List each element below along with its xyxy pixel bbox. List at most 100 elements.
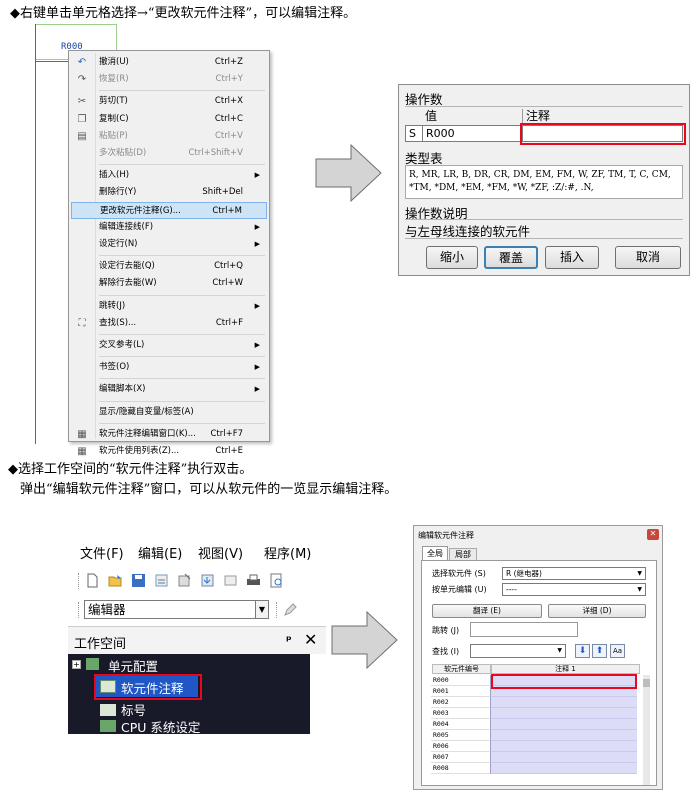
menu-item-label: 查找(S)...: [99, 317, 137, 328]
menu-item-11[interactable]: 设定行去能(Q) Ctrl+Q: [71, 258, 267, 275]
select-device-combo[interactable]: R (继电器) ▼: [502, 567, 646, 580]
redo-icon: ↷: [77, 74, 87, 86]
menu-item-label: 软元件注释编辑窗口(K)...: [99, 428, 196, 439]
menu-item-label: 删除行(Y): [99, 187, 137, 198]
expand-icon[interactable]: +: [72, 660, 81, 669]
overwrite-button[interactable]: 覆盖: [484, 246, 538, 269]
cancel-button[interactable]: 取消: [615, 246, 681, 269]
workspace-header: 工作空间 ᵖ ✕: [68, 626, 326, 654]
menu-item-0[interactable]: ↶ 撤消(U) Ctrl+Z: [71, 54, 267, 71]
compare-icon[interactable]: [223, 573, 238, 588]
table-row[interactable]: R002: [431, 697, 637, 708]
menu-item-17[interactable]: 编辑脚本(X) ▶: [71, 381, 267, 398]
menu-item-14[interactable]: ⛶ 查找(S)... Ctrl+F: [71, 315, 267, 332]
find-next-icon[interactable]: ⬇: [575, 644, 590, 658]
menu-item-4[interactable]: ▤ 粘贴(P) Ctrl+V: [71, 128, 267, 145]
find-combo[interactable]: ▼: [470, 644, 566, 658]
menu-item-5[interactable]: 多次粘贴(D) Ctrl+Shift+V: [71, 145, 267, 162]
table-row[interactable]: R006: [431, 741, 637, 752]
detail-button[interactable]: 详细 (D): [548, 604, 646, 618]
menu-item-15[interactable]: 交叉参考(L) ▶: [71, 337, 267, 354]
menu-program[interactable]: 程序(M): [264, 543, 311, 562]
insert-button[interactable]: 插入: [545, 246, 599, 269]
pin-icon[interactable]: ᵖ: [286, 633, 292, 647]
comment-highlight-box: [520, 123, 686, 145]
menu-item-20[interactable]: ▦ 软元件使用列表(Z)... Ctrl+E: [71, 443, 267, 460]
comment-cell[interactable]: [490, 708, 637, 719]
comment-cell[interactable]: [490, 752, 637, 763]
menu-item-shortcut: Ctrl+W: [212, 278, 243, 289]
tab-local[interactable]: 局部: [449, 548, 477, 560]
close-icon[interactable]: ✕: [304, 630, 317, 649]
device-comment-highlight-box: [94, 674, 202, 700]
menu-item-shortcut: Ctrl+X: [214, 96, 243, 107]
editor-combobox[interactable]: 编辑器: [84, 600, 257, 619]
pen-icon[interactable]: [283, 602, 298, 617]
device-number-cell: R008: [431, 763, 490, 774]
scrollbar[interactable]: [643, 675, 650, 785]
menu-item-12[interactable]: 解除行去能(W) Ctrl+W: [71, 275, 267, 292]
menu-separator: [99, 164, 265, 166]
tree-item-unit-config[interactable]: 单元配置: [108, 656, 158, 675]
menu-item-label: 编辑连接线(F): [99, 221, 154, 232]
menu-file[interactable]: 文件(F): [80, 543, 124, 562]
shrink-button[interactable]: 缩小: [426, 246, 478, 269]
menu-edit[interactable]: 编辑(E): [138, 543, 182, 562]
menu-item-label: 插入(H): [99, 170, 130, 181]
menu-item-16[interactable]: 书签(O) ▶: [71, 359, 267, 376]
table-row[interactable]: R007: [431, 752, 637, 763]
menu-item-3[interactable]: ❐ 复制(C) Ctrl+C: [71, 111, 267, 128]
table-row[interactable]: R008: [431, 763, 637, 774]
operand-dialog: 操作数 值 注释 S R000 类型表 R, MR, LR, B, DR, CR…: [398, 84, 690, 276]
table-row[interactable]: R003: [431, 708, 637, 719]
comment-cell[interactable]: [490, 730, 637, 741]
menu-item-10[interactable]: 设定行(N) ▶: [71, 236, 267, 253]
col-comment-header: 注释 1: [491, 664, 640, 674]
menu-view[interactable]: 视图(V): [198, 543, 243, 562]
menu-item-8[interactable]: 更改软元件注释(G)... Ctrl+M: [71, 201, 267, 219]
table-row[interactable]: R005: [431, 730, 637, 741]
table-row[interactable]: R004: [431, 719, 637, 730]
print-icon[interactable]: [246, 573, 261, 588]
find-prev-icon[interactable]: ⬆: [592, 644, 607, 658]
device-number-cell: R007: [431, 752, 490, 763]
read-icon[interactable]: [200, 573, 215, 588]
unit-config-icon: [86, 658, 99, 670]
jump-input[interactable]: [470, 622, 578, 637]
cpu-settings-icon: [100, 720, 116, 732]
menu-item-9[interactable]: 编辑连接线(F) ▶: [71, 219, 267, 236]
translate-button[interactable]: 翻译 (E): [432, 604, 542, 618]
chevron-down-icon[interactable]: ▼: [255, 600, 269, 619]
menu-item-7[interactable]: 删除行(Y) Shift+Del: [71, 184, 267, 201]
tree-item-cpu-settings[interactable]: CPU 系统设定: [121, 717, 200, 736]
menu-item-label: 剪切(T): [99, 96, 128, 107]
comment-cell[interactable]: [490, 697, 637, 708]
chevron-down-icon: ▼: [557, 647, 562, 654]
menu-item-2[interactable]: ✂ 剪切(T) Ctrl+X: [71, 93, 267, 110]
comment-cell[interactable]: [490, 719, 637, 730]
transfer-icon[interactable]: [154, 573, 169, 588]
workspace-tree: + 单元配置 软元件注释 标号 CPU 系统设定: [68, 654, 310, 736]
new-file-icon[interactable]: [85, 573, 100, 588]
print-preview-icon[interactable]: [269, 573, 284, 588]
menu-item-18[interactable]: 显示/隐藏自变量/标签(A): [71, 404, 267, 421]
open-folder-icon[interactable]: [108, 573, 123, 588]
menu-item-shortcut: Ctrl+C: [214, 113, 243, 124]
find-options-icon[interactable]: Aa: [610, 644, 625, 658]
context-menu: ↶ 撤消(U) Ctrl+Z ↷ 恢复(R) Ctrl+Y ✂ 剪切(T) Ctrl+X ❐ 复制(…: [68, 50, 270, 457]
row-value-cell[interactable]: R000: [422, 125, 523, 142]
comment-cell[interactable]: [490, 741, 637, 752]
close-icon[interactable]: ✕: [647, 529, 659, 540]
menu-item-1[interactable]: ↷ 恢复(R) Ctrl+Y: [71, 71, 267, 88]
write-icon[interactable]: [177, 573, 192, 588]
save-icon[interactable]: [131, 573, 146, 588]
menu-item-13[interactable]: 跳转(J) ▶: [71, 298, 267, 315]
menu-item-label: 交叉参考(L): [99, 340, 145, 350]
menu-item-19[interactable]: ▦ 软元件注释编辑窗口(K)... Ctrl+F7: [71, 426, 267, 443]
undo-icon: ↶: [77, 57, 87, 68]
comment-cell[interactable]: [490, 763, 637, 774]
menu-item-6[interactable]: 插入(H) ▶: [71, 167, 267, 184]
tab-global[interactable]: 全局: [422, 546, 448, 560]
menu-item-shortcut: Ctrl+F7: [210, 428, 243, 439]
per-unit-combo[interactable]: ---- ▼: [502, 583, 646, 596]
